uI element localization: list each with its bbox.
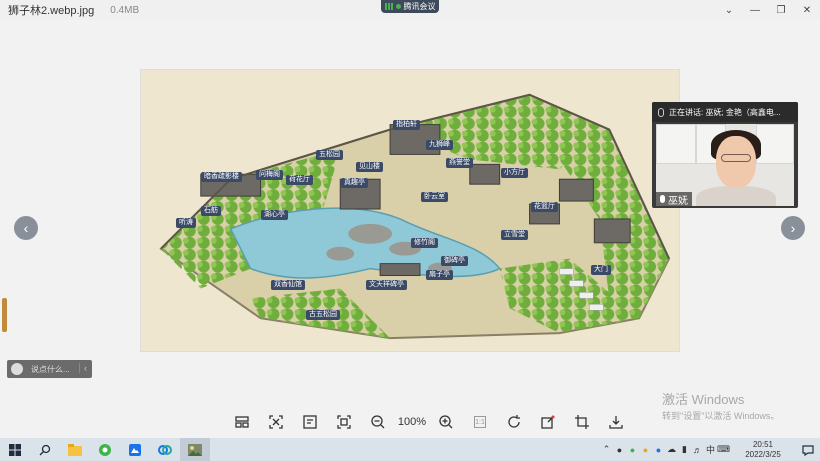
system-tray: ⌃ ● ● ● ● ☁ ▮ ♬ 中 ⌨ 20:51 2022/3/25 bbox=[600, 438, 820, 461]
map-label: 燕誉堂 bbox=[446, 158, 473, 168]
zoom-in-icon[interactable] bbox=[429, 411, 463, 433]
previous-image-button[interactable]: ‹ bbox=[14, 216, 38, 240]
map-label: 大门 bbox=[591, 265, 611, 275]
speaking-indicator: 正在讲话: 巫妩; 金艳（高鑫电... bbox=[652, 102, 798, 122]
collapse-chevron-icon[interactable]: ‹ bbox=[79, 363, 87, 373]
map-label: 修竹阁 bbox=[411, 238, 438, 248]
mic-icon bbox=[658, 107, 664, 117]
activate-windows-watermark: 激活 Windows 转到"设置"以激活 Windows。 bbox=[662, 389, 779, 422]
map-label: 湖心亭 bbox=[261, 210, 288, 220]
mic-icon bbox=[660, 195, 665, 203]
rotate-icon[interactable] bbox=[497, 411, 531, 433]
download-icon[interactable] bbox=[599, 411, 633, 433]
notification-icon[interactable] bbox=[796, 438, 820, 461]
map-label: 问梅阁 bbox=[256, 170, 283, 180]
map-image: 指柏轩五松园 九狮峰见山楼 燕誉堂卧云室 小方厅 问梅阁 荷花厅 真趣亭石舫 暗香疏影楼湖心亭… bbox=[140, 69, 680, 352]
volume-icon[interactable]: ♬ bbox=[691, 438, 704, 461]
title-bar: 狮子林2.webp.jpg 0.4MB 腾讯会议 ⌄ — ❐ ✕ bbox=[0, 0, 820, 20]
restore-button[interactable]: ❐ bbox=[768, 0, 794, 20]
search-icon[interactable] bbox=[30, 438, 60, 461]
crop-icon[interactable] bbox=[565, 411, 599, 433]
participant-name: 巫妩 bbox=[668, 195, 688, 207]
photo-viewer-icon[interactable] bbox=[180, 438, 210, 461]
file-explorer-icon[interactable] bbox=[60, 438, 90, 461]
app-blue-icon[interactable] bbox=[120, 438, 150, 461]
input-method-indicator[interactable]: 中 bbox=[704, 438, 717, 461]
chat-input[interactable]: 说点什么... ‹ bbox=[7, 360, 92, 378]
speaking-text: 正在讲话: 巫妩; 金艳（高鑫电... bbox=[669, 107, 781, 117]
watermark-subtitle: 转到"设置"以激活 Windows。 bbox=[662, 411, 780, 421]
network-icon[interactable]: ▮ bbox=[678, 438, 691, 461]
user-icon[interactable]: ● bbox=[613, 438, 626, 461]
next-image-button[interactable]: › bbox=[781, 216, 805, 240]
signal-icon bbox=[384, 3, 393, 10]
map-label: 指柏轩 bbox=[393, 120, 420, 130]
status-dot-icon bbox=[395, 4, 401, 9]
keyboard-icon[interactable]: ⌨ bbox=[717, 438, 730, 461]
app-tray-icon[interactable]: ● bbox=[652, 438, 665, 461]
minimize-button[interactable]: — bbox=[742, 0, 768, 20]
map-label: 暗香疏影楼 bbox=[201, 172, 242, 182]
participant-name-tag: 巫妩 bbox=[656, 192, 692, 207]
map-label: 立雪堂 bbox=[501, 230, 528, 240]
map-label: 扇子亭 bbox=[426, 270, 453, 280]
map-label: 听涛 bbox=[176, 218, 196, 228]
actual-size-label: 1:1 bbox=[474, 416, 486, 428]
layout-icon[interactable] bbox=[225, 411, 259, 433]
map-label: 五松园 bbox=[316, 150, 343, 160]
clock[interactable]: 20:51 2022/3/25 bbox=[730, 440, 796, 460]
map-label: 石舫 bbox=[201, 206, 221, 216]
map-label: 双香仙馆 bbox=[271, 280, 305, 290]
clock-time: 20:51 bbox=[752, 439, 774, 449]
image-toolbar: 100% 1:1 bbox=[225, 411, 633, 433]
watermark-title: 激活 Windows bbox=[662, 392, 745, 407]
map-label: 古五松园 bbox=[306, 310, 340, 320]
zoom-out-icon[interactable] bbox=[361, 411, 395, 433]
map-label: 荷花厅 bbox=[286, 175, 313, 185]
avatar bbox=[11, 363, 23, 375]
fit-screen-icon[interactable] bbox=[327, 411, 361, 433]
map-label: 九狮峰 bbox=[426, 140, 453, 150]
file-name: 狮子林2.webp.jpg bbox=[8, 5, 95, 17]
tencent-meeting-icon[interactable] bbox=[150, 438, 180, 461]
map-label: 真趣亭 bbox=[341, 178, 368, 188]
taskbar: ⌃ ● ● ● ● ☁ ▮ ♬ 中 ⌨ 20:51 2022/3/25 bbox=[0, 438, 820, 461]
cloud-icon[interactable]: ☁ bbox=[665, 438, 678, 461]
app-green-icon[interactable] bbox=[90, 438, 120, 461]
map-label: 御碑亭 bbox=[441, 256, 468, 266]
meeting-label: 腾讯会议 bbox=[403, 2, 436, 11]
map-label: 见山楼 bbox=[356, 162, 383, 172]
map-label: 文天祥碑亭 bbox=[366, 280, 407, 290]
close-button[interactable]: ✕ bbox=[794, 0, 820, 20]
video-panel[interactable]: 正在讲话: 巫妩; 金艳（高鑫电... 巫妩 bbox=[652, 102, 798, 208]
file-size: 0.4MB bbox=[110, 4, 140, 16]
zoom-level: 100% bbox=[397, 416, 427, 428]
actual-size-button[interactable]: 1:1 bbox=[463, 411, 497, 433]
edit-icon[interactable] bbox=[531, 411, 565, 433]
windows-start-icon[interactable] bbox=[0, 438, 30, 461]
shield-icon[interactable]: ● bbox=[626, 438, 639, 461]
map-label: 花篮厅 bbox=[531, 202, 558, 212]
scan-icon[interactable] bbox=[259, 411, 293, 433]
ocr-icon[interactable] bbox=[293, 411, 327, 433]
meeting-indicator[interactable]: 腾讯会议 bbox=[381, 0, 439, 13]
map-label: 卧云室 bbox=[421, 192, 448, 202]
collapse-icon[interactable]: ⌄ bbox=[716, 0, 742, 20]
clock-date: 2022/3/25 bbox=[745, 449, 781, 459]
chat-placeholder: 说点什么... bbox=[31, 364, 70, 374]
chevron-up-icon[interactable]: ⌃ bbox=[600, 438, 613, 461]
map-label: 小方厅 bbox=[501, 168, 528, 178]
map-labels: 指柏轩五松园 九狮峰见山楼 燕誉堂卧云室 小方厅 问梅阁 荷花厅 真趣亭石舫 暗香疏影楼湖心亭… bbox=[141, 70, 679, 351]
side-handle[interactable] bbox=[2, 298, 7, 332]
security-icon[interactable]: ● bbox=[639, 438, 652, 461]
